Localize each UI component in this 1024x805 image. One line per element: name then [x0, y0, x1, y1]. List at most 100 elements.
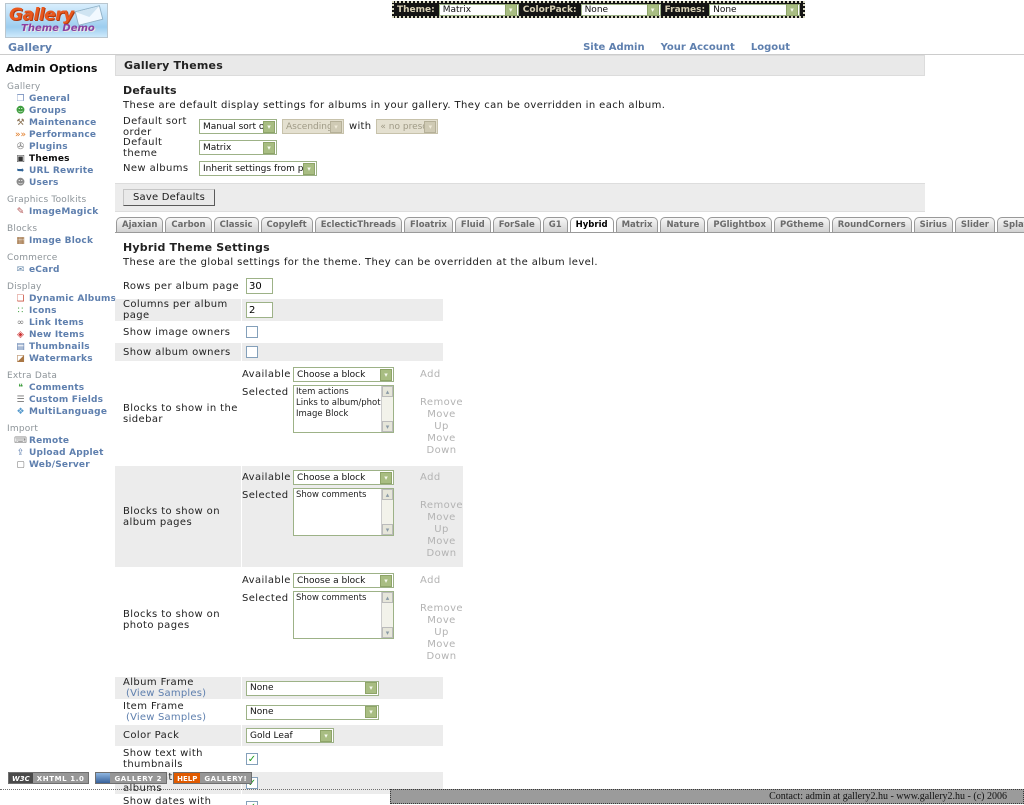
- add-link[interactable]: Add: [420, 367, 441, 380]
- tab-classic[interactable]: Classic: [214, 217, 259, 232]
- defaults-section: Defaults These are default display setti…: [115, 84, 1024, 212]
- listbox-scrollbar[interactable]: ▴▾: [381, 592, 393, 638]
- nav-link-logout[interactable]: Logout: [751, 42, 790, 53]
- listbox-scrollbar[interactable]: ▴▾: [381, 489, 393, 535]
- tab-slider[interactable]: Slider: [955, 217, 995, 232]
- sidebar-group-extra-data: Extra Data: [7, 371, 115, 381]
- tab-pglightbox[interactable]: PGlightbox: [707, 217, 772, 232]
- view-samples-link[interactable]: (View Samples): [126, 712, 206, 723]
- gallery2-badge[interactable]: GALLERY 2: [95, 772, 167, 784]
- sidebar-item-users[interactable]: ☻Users: [14, 177, 115, 188]
- save-defaults-button[interactable]: Save Defaults: [123, 189, 215, 206]
- sidebar-item-icons[interactable]: ∷Icons: [14, 305, 115, 316]
- tab-hybrid[interactable]: Hybrid: [570, 217, 614, 232]
- listbox-scrollbar[interactable]: ▴▾: [381, 386, 393, 432]
- sidebar-item-remote[interactable]: ⌨Remote: [14, 435, 115, 446]
- tab-fluid[interactable]: Fluid: [455, 217, 491, 232]
- gallery-logo[interactable]: Gallery Theme Demo: [5, 3, 108, 38]
- show-image-owners-checkbox[interactable]: [246, 326, 258, 338]
- add-link[interactable]: Add: [420, 470, 441, 483]
- selected-blocks-listbox[interactable]: Show comments▴▾: [293, 591, 394, 639]
- sidebar-item-image-block[interactable]: ▦Image Block: [14, 235, 115, 246]
- tab-nature[interactable]: Nature: [660, 217, 705, 232]
- breadcrumb[interactable]: Gallery: [8, 41, 52, 54]
- columns-per-album-page-input[interactable]: [246, 302, 273, 318]
- rows-per-album-page-input[interactable]: [246, 278, 273, 294]
- tab-copyleft[interactable]: Copyleft: [261, 217, 313, 232]
- available-blocks-select[interactable]: Choose a block▾: [293, 470, 394, 485]
- help-gallery-badge[interactable]: HELPGALLERY!: [173, 772, 252, 784]
- tab-g1[interactable]: G1: [543, 217, 568, 232]
- w3c-xhtml-badge[interactable]: W3CXHTML 1.0: [8, 772, 89, 784]
- available-blocks-select[interactable]: Choose a block▾: [293, 573, 394, 588]
- tab-ajaxian[interactable]: Ajaxian: [116, 217, 163, 232]
- sidebar-item-maintenance[interactable]: ⚒Maintenance: [14, 117, 115, 128]
- show-dates-with-thumbnails-checkbox[interactable]: ✓: [246, 801, 258, 805]
- sidebar-item-upload-applet[interactable]: ⇪Upload Applet: [14, 447, 115, 458]
- gallery-admin-page: Gallery Theme Demo Theme:Matrix▾ColorPac…: [0, 0, 1024, 805]
- frames-select[interactable]: None▾: [709, 4, 800, 16]
- chevron-down-icon: ▾: [380, 369, 392, 381]
- sidebar-item-comments[interactable]: ❝Comments: [14, 382, 115, 393]
- view-samples-link[interactable]: (View Samples): [126, 688, 206, 699]
- listbox-item[interactable]: Links to album/photo peers: [296, 398, 381, 409]
- listbox-item[interactable]: Item actions: [296, 387, 381, 398]
- sidebar-item-dynamic-albums[interactable]: ❏Dynamic Albums: [14, 293, 115, 304]
- add-link[interactable]: Add: [420, 573, 441, 586]
- sidebar-item-multilanguage[interactable]: ❖MultiLanguage: [14, 406, 115, 417]
- sidebar-item-custom-fields[interactable]: ☰Custom Fields: [14, 394, 115, 405]
- sidebar-item-link-items[interactable]: ∞Link Items: [14, 317, 115, 328]
- sidebar-item-url-rewrite[interactable]: ➥URL Rewrite: [14, 165, 115, 176]
- sidebar-item-new-items[interactable]: ◈New Items: [14, 329, 115, 340]
- tab-sirius[interactable]: Sirius: [914, 217, 953, 232]
- move-up-link[interactable]: Move Up: [420, 615, 463, 639]
- remove-link[interactable]: Remove: [420, 397, 463, 409]
- selected-blocks-listbox[interactable]: Show comments▴▾: [293, 488, 394, 536]
- tab-roundcorners[interactable]: RoundCorners: [832, 217, 912, 232]
- tab-forsale[interactable]: ForSale: [493, 217, 541, 232]
- tab-carbon[interactable]: Carbon: [165, 217, 211, 232]
- listbox-item[interactable]: Show comments: [296, 490, 381, 501]
- album-frame-select[interactable]: None▾: [246, 681, 379, 696]
- listbox-item[interactable]: Image Block: [296, 409, 381, 420]
- show-text-with-thumbnails-checkbox[interactable]: ✓: [246, 753, 258, 765]
- frames-label: Frames:: [665, 5, 706, 15]
- remove-link[interactable]: Remove: [420, 603, 463, 615]
- tab-matrix[interactable]: Matrix: [616, 217, 659, 232]
- sort-order-select[interactable]: Manual sort order▾: [199, 119, 277, 134]
- sidebar-item-themes[interactable]: ▣Themes: [14, 153, 115, 164]
- available-blocks-select[interactable]: Choose a block▾: [293, 367, 394, 382]
- show-album-owners-checkbox[interactable]: [246, 346, 258, 358]
- nav-link-site-admin[interactable]: Site Admin: [583, 42, 645, 53]
- move-down-link[interactable]: Move Down: [420, 639, 463, 663]
- remove-link[interactable]: Remove: [420, 500, 463, 512]
- nav-link-your-account[interactable]: Your Account: [661, 42, 735, 53]
- sidebar-item-thumbnails[interactable]: ▤Thumbnails: [14, 341, 115, 352]
- new-albums-select[interactable]: Inherit settings from parent album▾: [199, 161, 317, 176]
- selected-blocks-listbox[interactable]: Item actionsLinks to album/photo peersIm…: [293, 385, 394, 433]
- listbox-item[interactable]: Show comments: [296, 593, 381, 604]
- sidebar-item-general[interactable]: ❐General: [14, 93, 115, 104]
- sidebar-item-performance[interactable]: »»Performance: [14, 129, 115, 140]
- move-down-link[interactable]: Move Down: [420, 536, 463, 560]
- tab-eclecticthreads[interactable]: EclecticThreads: [315, 217, 402, 232]
- sidebar-item-ecard[interactable]: ✉eCard: [14, 264, 115, 275]
- move-up-link[interactable]: Move Up: [420, 409, 463, 433]
- default-theme-select[interactable]: Matrix▾: [199, 140, 277, 155]
- item-frame-select[interactable]: None▾: [246, 705, 379, 720]
- sidebar-item-plugins[interactable]: ✇Plugins: [14, 141, 115, 152]
- theme-select[interactable]: Matrix▾: [439, 4, 519, 16]
- sidebar-item-groups[interactable]: ☻Groups: [14, 105, 115, 116]
- scroll-down-icon: ▾: [382, 524, 393, 535]
- upload-applet-icon: ⇪: [14, 448, 27, 458]
- sidebar-item-imagemagick[interactable]: ✎ImageMagick: [14, 206, 115, 217]
- tab-splatbang[interactable]: Splatbang: [997, 217, 1024, 232]
- color-pack-select[interactable]: Gold Leaf▾: [246, 728, 334, 743]
- sidebar-item-web-server[interactable]: ▢Web/Server: [14, 459, 115, 470]
- sidebar-item-watermarks[interactable]: ◪Watermarks: [14, 353, 115, 364]
- tab-pgtheme[interactable]: PGtheme: [774, 217, 830, 232]
- move-down-link[interactable]: Move Down: [420, 433, 463, 457]
- tab-floatrix[interactable]: Floatrix: [404, 217, 453, 232]
- move-up-link[interactable]: Move Up: [420, 512, 463, 536]
- colorpack-select[interactable]: None▾: [581, 4, 661, 16]
